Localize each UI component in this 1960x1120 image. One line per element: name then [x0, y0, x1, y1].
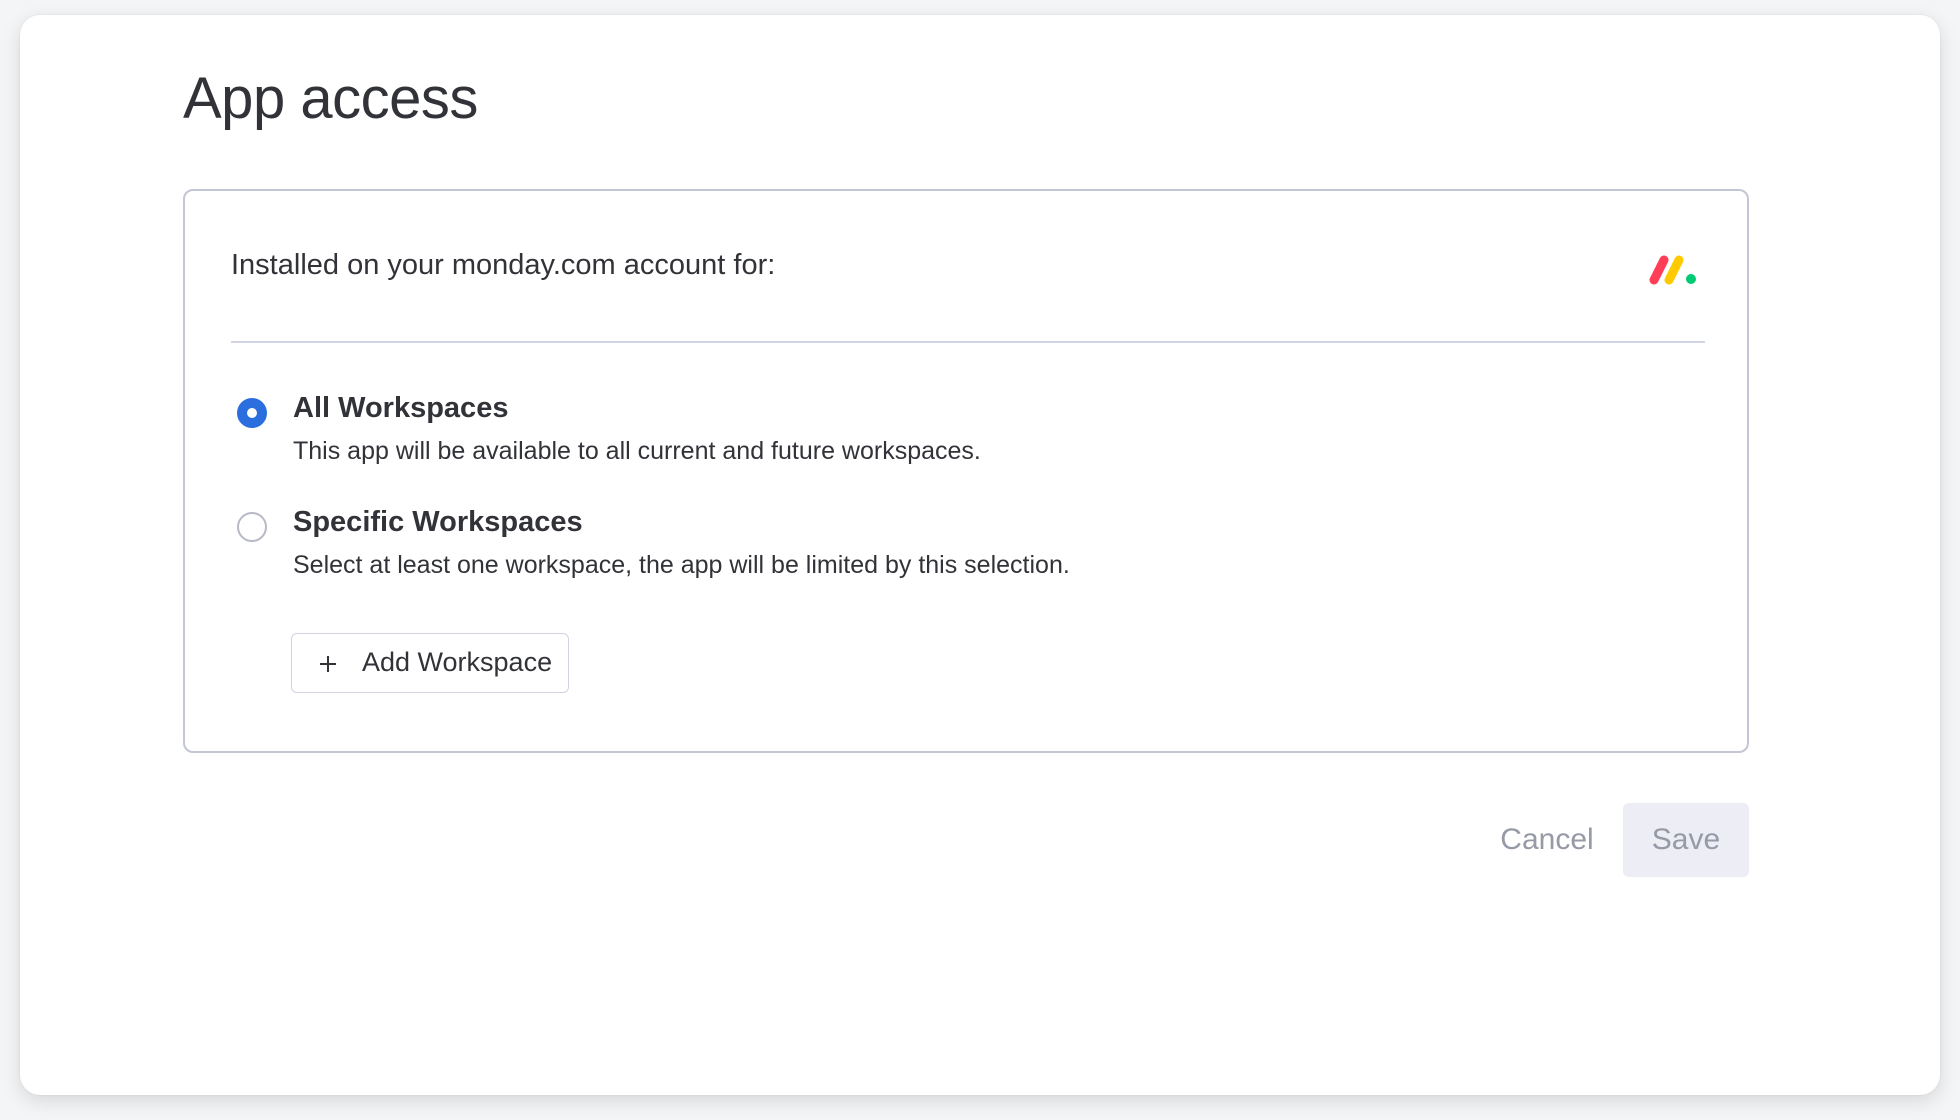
- radio-description-all-workspaces: This app will be available to all curren…: [293, 437, 981, 465]
- radio-title-specific-workspaces: Specific Workspaces: [293, 506, 583, 538]
- radio-button-all-workspaces-checked[interactable]: [237, 398, 267, 428]
- add-workspace-button[interactable]: Add Workspace: [291, 633, 569, 693]
- radio-title-all-workspaces: All Workspaces: [293, 392, 509, 424]
- plus-icon: [320, 656, 336, 672]
- save-button[interactable]: Save: [1623, 803, 1749, 877]
- cancel-button[interactable]: Cancel: [1472, 803, 1622, 877]
- radio-description-specific-workspaces: Select at least one workspace, the app w…: [293, 551, 1070, 579]
- card-header-text: Installed on your monday.com account for…: [231, 249, 776, 281]
- add-workspace-label: Add Workspace: [362, 647, 553, 677]
- installation-card: Installed on your monday.com account for…: [183, 189, 1749, 753]
- card-divider: [231, 341, 1705, 343]
- monday-logo-icon: [1649, 255, 1696, 285]
- radio-button-specific-workspaces[interactable]: [237, 512, 267, 542]
- page-title: App access: [183, 66, 478, 131]
- app-access-modal: App access Installed on your monday.com …: [20, 15, 1940, 1095]
